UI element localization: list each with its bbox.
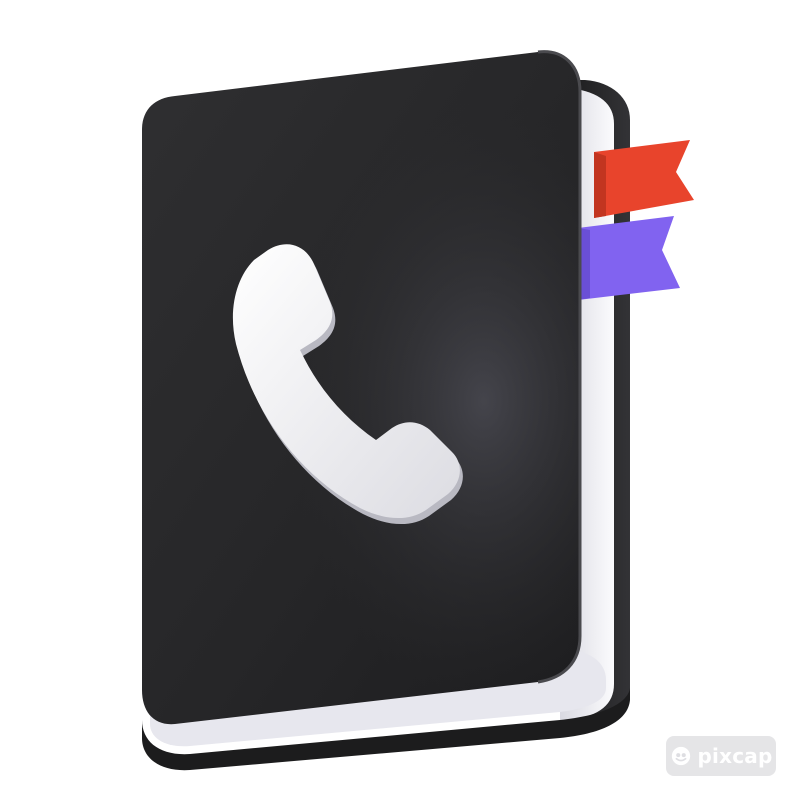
bookmark-ribbon-icon (578, 216, 680, 300)
pixcap-watermark: pixcap (666, 736, 776, 776)
cover-highlight (142, 51, 580, 725)
pixcap-logo-icon (671, 746, 690, 766)
bookmark-ribbon-icon (594, 152, 606, 218)
bookmark-ribbon-icon (594, 140, 694, 218)
phone-book-icon (142, 50, 694, 771)
canvas: pixcap (0, 0, 800, 800)
watermark-brand-text: pixcap (697, 744, 773, 768)
